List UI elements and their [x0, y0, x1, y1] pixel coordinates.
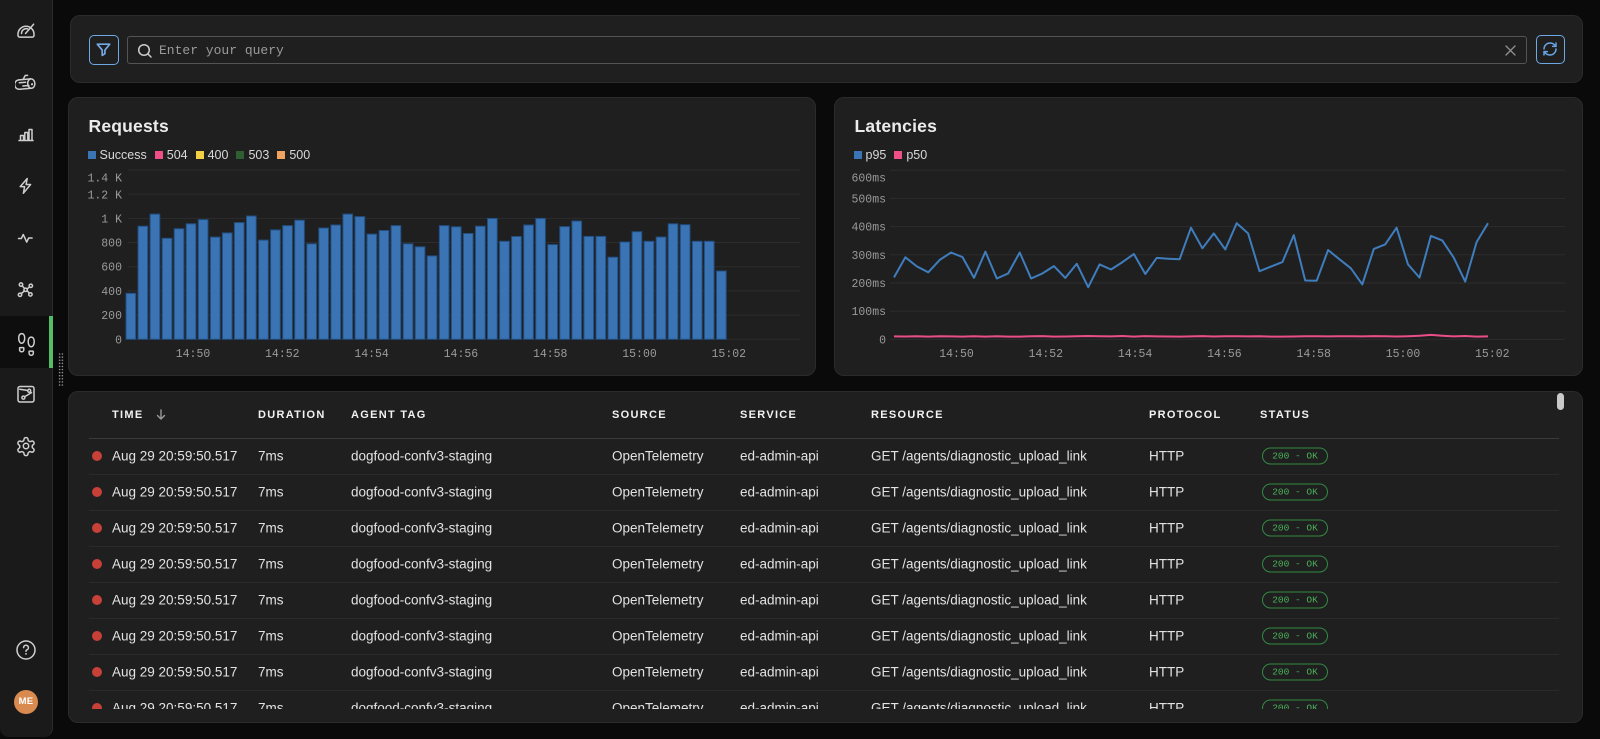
- svg-text:800: 800: [101, 238, 122, 251]
- svg-text:100ms: 100ms: [851, 306, 886, 319]
- svg-text:15:00: 15:00: [1386, 348, 1421, 361]
- svg-text:14:50: 14:50: [176, 348, 211, 361]
- svg-text:300ms: 300ms: [851, 250, 886, 263]
- svg-text:600: 600: [101, 262, 122, 275]
- svg-text:14:56: 14:56: [444, 348, 479, 361]
- svg-text:15:02: 15:02: [1475, 348, 1510, 361]
- svg-text:0: 0: [115, 334, 122, 347]
- svg-text:14:56: 14:56: [1207, 348, 1242, 361]
- svg-text:14:58: 14:58: [1296, 348, 1331, 361]
- svg-text:400ms: 400ms: [851, 222, 886, 235]
- svg-text:14:58: 14:58: [533, 348, 568, 361]
- svg-text:1.4 K: 1.4 K: [87, 173, 122, 186]
- svg-text:1 K: 1 K: [101, 213, 122, 226]
- svg-text:14:54: 14:54: [354, 348, 389, 361]
- svg-text:14:52: 14:52: [265, 348, 300, 361]
- svg-text:15:02: 15:02: [712, 348, 747, 361]
- svg-text:200: 200: [101, 310, 122, 323]
- svg-text:600ms: 600ms: [851, 173, 886, 186]
- svg-text:14:54: 14:54: [1118, 348, 1153, 361]
- svg-text:14:52: 14:52: [1029, 348, 1064, 361]
- svg-text:400: 400: [101, 286, 122, 299]
- svg-text:15:00: 15:00: [622, 348, 657, 361]
- svg-text:200ms: 200ms: [851, 278, 886, 291]
- svg-text:0: 0: [879, 334, 886, 347]
- svg-text:1.2 K: 1.2 K: [87, 189, 122, 202]
- svg-text:14:50: 14:50: [939, 348, 974, 361]
- svg-text:500ms: 500ms: [851, 193, 886, 206]
